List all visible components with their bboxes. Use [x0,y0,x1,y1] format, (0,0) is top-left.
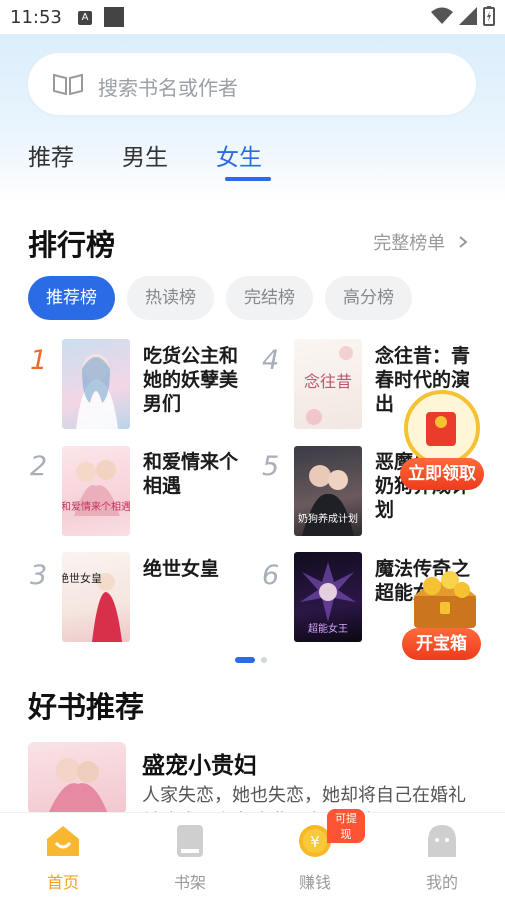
rank-number: 5 [262,451,280,482]
book-title: 绝世女皇 [143,558,220,580]
status-time: 11:53 [10,7,62,28]
treasure-chest-widget[interactable]: 开宝箱 [400,564,490,660]
chip-recommend-rank[interactable]: 推荐榜 [28,276,115,320]
ranking-chips: 推荐榜 热读榜 完结榜 高分榜 [28,276,412,320]
nav-earn-label: 赚钱 [298,873,331,892]
nav-earn[interactable]: ¥ 可提现 赚钱 [265,809,365,898]
book-title: 和爱情来个相遇 [143,451,239,497]
home-icon [47,826,79,856]
bookshelf-icon [177,825,203,857]
ranking-title: 排行榜 [28,228,116,262]
cover-text: 超能女王 [308,622,348,635]
wifi-icon [431,7,453,24]
notification-a-icon: A [78,11,92,25]
full-list-label: 完整榜单 [373,233,446,254]
tab-active-indicator [225,177,271,181]
cover-text: 奶狗养成计划 [298,512,358,525]
book-cover: 和爱情来个相遇 [62,446,130,536]
recommend-title: 好书推荐 [28,690,145,724]
nav-bookshelf-label: 书架 [173,873,206,892]
bottom-nav: 首页 书架 ¥ 可提现 赚钱 我的 [0,809,505,898]
book-cover [62,339,130,429]
svg-text:¥: ¥ [310,833,320,851]
nav-home-label: 首页 [46,873,79,892]
cover-text: 绝世女皇 [62,571,102,585]
treasure-chest-icon [414,571,476,628]
nav-home[interactable]: 首页 [13,813,113,898]
tab-male[interactable]: 男生 [122,138,168,172]
status-icons [431,6,495,26]
signal-icon [459,7,477,25]
tab-female[interactable]: 女生 [216,138,262,172]
book-cover: 念往昔 [294,339,362,429]
open-chest-button[interactable]: 开宝箱 [402,628,481,660]
book-cover: 绝世女皇 [62,552,130,642]
recommend-book-cover [28,742,126,814]
rank-number: 6 [262,560,280,591]
claim-now-button[interactable]: 立即领取 [400,458,484,490]
rank-number: 2 [30,451,48,482]
status-bar: 11:53 A [0,0,505,34]
notification-square-icon [104,7,124,27]
chip-hot-rank[interactable]: 热读榜 [127,276,214,320]
recommend-book-title: 盛宠小贵妇 [142,753,257,779]
book-cover: 奶狗养成计划 [294,446,362,536]
chevron-right-icon [459,236,468,248]
search-placeholder: 搜索书名或作者 [98,76,238,100]
chip-score-rank[interactable]: 高分榜 [325,276,412,320]
chip-finished-rank[interactable]: 完结榜 [226,276,313,320]
profile-icon [428,825,456,857]
nav-profile[interactable]: 我的 [392,813,492,898]
book-title: 吃货公主和她的妖孽美男们 [143,345,239,415]
cover-text: 和爱情来个相遇 [62,500,130,513]
tab-recommend[interactable]: 推荐 [28,138,74,172]
red-packet-widget[interactable]: 立即领取 [398,390,488,490]
rank-number: 1 [30,345,48,376]
category-tabs: 推荐 男生 女生 [28,138,310,172]
nav-bookshelf[interactable]: 书架 [140,813,240,898]
rank-number: 4 [262,345,280,376]
battery-icon [483,6,495,26]
nav-profile-label: 我的 [425,873,458,892]
open-book-icon [53,73,83,96]
book-cover: 超能女王 [294,552,362,642]
rank-number: 3 [30,560,48,591]
page-dot-active [235,657,255,663]
ranking-page-indicator [235,657,267,663]
cover-text: 念往昔 [304,372,352,391]
withdrawable-badge: 可提现 [327,809,365,843]
page-dot [261,657,267,663]
red-packet-icon [404,390,480,466]
full-list-link[interactable]: 完整榜单 [373,229,469,255]
search-bar[interactable]: 搜索书名或作者 [28,53,476,115]
